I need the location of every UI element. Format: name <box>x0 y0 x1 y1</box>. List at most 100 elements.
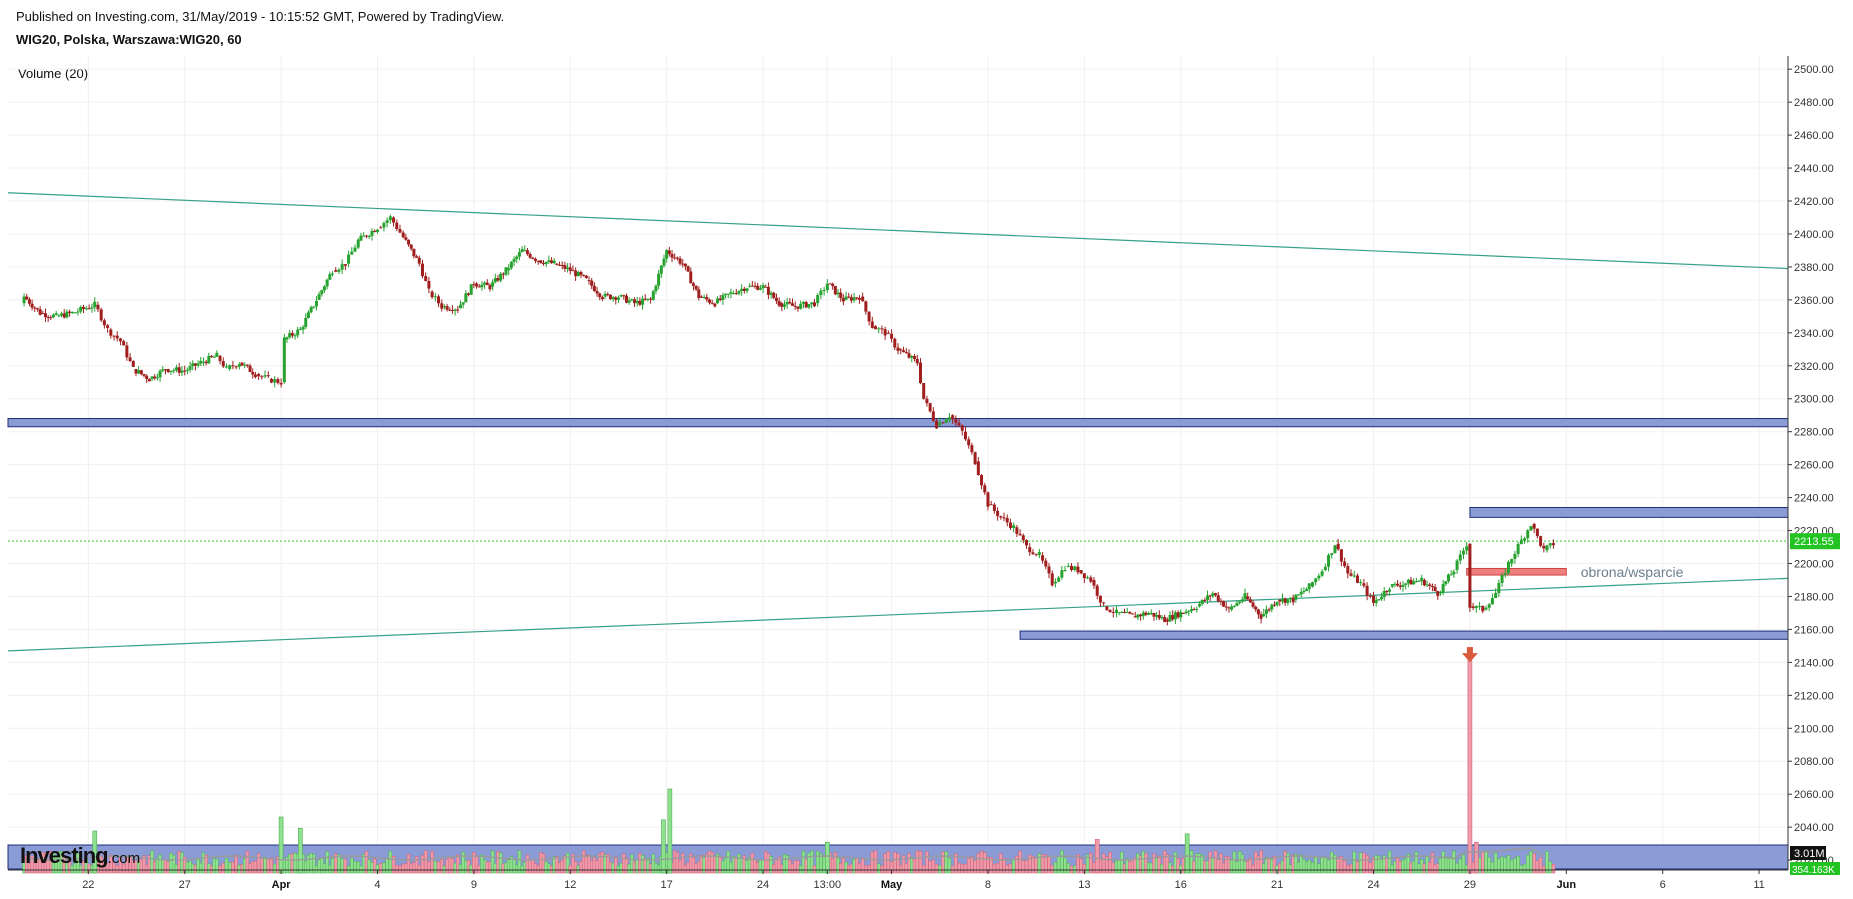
candle-body <box>1305 589 1309 592</box>
candle-body <box>1184 611 1188 614</box>
candle-body <box>1500 575 1504 583</box>
candle-body <box>606 293 610 295</box>
candle-body <box>288 333 292 338</box>
candle-body <box>57 315 61 317</box>
candle-body <box>547 260 551 262</box>
volume-bar <box>218 865 222 874</box>
candle-body <box>496 278 500 281</box>
candle-body <box>27 299 31 304</box>
candle-body <box>125 345 129 358</box>
candle-body <box>106 325 110 328</box>
candle-body <box>269 378 273 383</box>
candle-body <box>1187 611 1191 613</box>
candle-body <box>356 239 360 248</box>
candle-body <box>1539 536 1543 546</box>
candle-body <box>957 422 961 426</box>
candle-body <box>364 235 368 237</box>
candle-body <box>1444 581 1448 585</box>
volume-bar <box>667 788 673 874</box>
candle-body <box>325 279 329 287</box>
candle-body <box>1516 544 1520 554</box>
candle-body <box>697 289 701 298</box>
candle-body <box>337 269 341 272</box>
candle-body <box>1073 566 1077 571</box>
candle-body <box>931 411 935 421</box>
candle-body <box>469 284 473 295</box>
candle-body <box>1095 585 1099 596</box>
candle-body <box>193 363 197 366</box>
candle-body <box>90 307 94 309</box>
x-tick-label: 27 <box>179 879 191 891</box>
candle-body <box>248 365 252 372</box>
x-tick-label: 22 <box>82 879 94 891</box>
candle-body <box>1398 585 1402 587</box>
volume-bar <box>1313 856 1318 874</box>
candle-body <box>1047 566 1051 574</box>
volume-bar <box>812 865 817 874</box>
candle-body <box>1497 582 1501 594</box>
volume-bar <box>857 863 862 874</box>
candle-body <box>196 363 200 366</box>
candle-body <box>1031 552 1035 555</box>
candle-body <box>689 271 693 284</box>
candle-body <box>643 298 647 300</box>
volume-bar <box>1317 863 1321 874</box>
volume-bar <box>1513 858 1517 874</box>
candle-body <box>234 366 238 368</box>
x-tick-label: 24 <box>1367 879 1379 891</box>
volume-bar <box>353 861 357 874</box>
volume-bar <box>266 858 271 874</box>
candle-body <box>992 504 996 511</box>
candle-body <box>729 292 733 294</box>
candle-body <box>1401 584 1405 587</box>
candle-body <box>204 361 208 364</box>
candle-body <box>708 299 712 303</box>
candle-body <box>1307 583 1311 590</box>
candle-body <box>1487 604 1491 608</box>
volume-bar <box>1024 860 1029 874</box>
candle-body <box>1542 545 1546 549</box>
candle-body <box>1189 609 1193 612</box>
candle-body <box>836 292 840 295</box>
candle-body <box>145 375 149 380</box>
candle-body <box>43 313 47 318</box>
candle-body <box>1433 586 1437 592</box>
candle-body <box>375 229 379 232</box>
candle-body <box>1070 565 1074 571</box>
annotation-text: obrona/wsparcie <box>1581 564 1684 580</box>
volume-bar <box>957 862 961 874</box>
candle-body <box>568 267 572 271</box>
candle-body <box>1551 543 1555 546</box>
candle-body <box>1216 595 1220 601</box>
candle-body <box>1125 612 1129 614</box>
y-tick-label: 2180.00 <box>1794 591 1834 603</box>
candle-body <box>558 264 562 266</box>
candle-body <box>1147 613 1151 615</box>
candle-body <box>782 304 786 307</box>
volume-bar <box>221 862 226 874</box>
volume-bar <box>1458 858 1463 874</box>
candle-body <box>172 370 176 372</box>
candle-body <box>347 254 351 264</box>
volume-bar <box>950 865 955 874</box>
price-chart[interactable]: obrona/wsparcie 2500.00 2480.00 2460.00 2440… <box>0 0 1853 899</box>
candle-body <box>1468 543 1472 608</box>
candle-body <box>582 274 586 276</box>
candle-body <box>822 289 826 291</box>
volume-bar <box>1535 860 1540 874</box>
candle-body <box>99 309 103 321</box>
candle-body <box>1053 581 1057 584</box>
candle-body <box>359 235 363 241</box>
volume-bar <box>966 858 971 874</box>
x-tick-label: 8 <box>985 879 991 891</box>
candle-body <box>1458 554 1462 561</box>
x-tick-label: Apr <box>272 879 292 891</box>
candle-body <box>1355 575 1359 583</box>
candle-body <box>122 341 126 346</box>
candle-body <box>177 367 181 373</box>
candle-body <box>710 302 714 304</box>
candle-body <box>571 270 575 272</box>
candle-body <box>285 337 289 340</box>
candle-body <box>392 217 396 223</box>
x-tick-label: 17 <box>661 879 673 891</box>
